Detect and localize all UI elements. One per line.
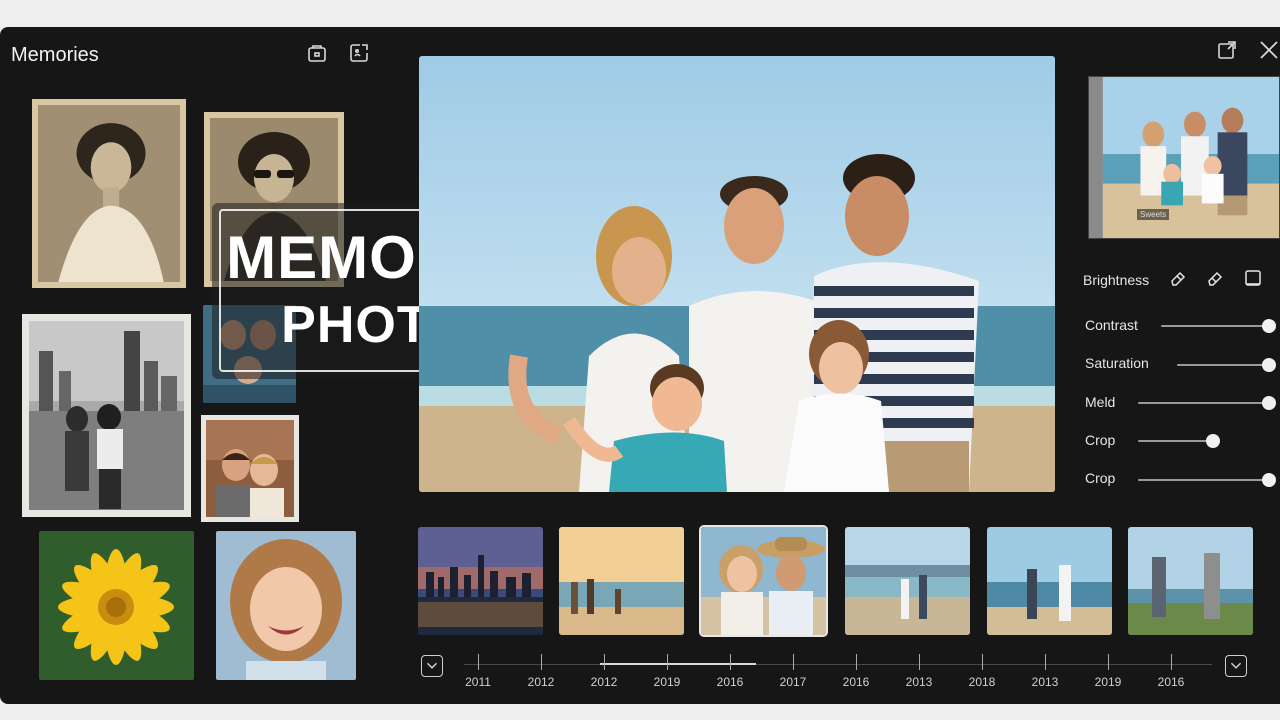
timeline-tick[interactable] <box>856 654 857 670</box>
preview-thumbnail[interactable]: Sweets <box>1088 76 1280 239</box>
eraser-alt-icon[interactable] <box>1205 268 1225 288</box>
vintage-portrait-woman[interactable] <box>32 99 186 288</box>
main-beach-family-photo[interactable] <box>419 56 1055 492</box>
timeline-tick[interactable] <box>1108 654 1109 670</box>
timeline-tick[interactable] <box>1045 654 1046 670</box>
eraser-icon[interactable] <box>1168 268 1188 288</box>
bw-city-friends-photo[interactable] <box>22 314 191 517</box>
timeline-year-label[interactable]: 2019 <box>1088 675 1128 689</box>
app-title: Memories <box>11 44 99 66</box>
image-edit-icon[interactable] <box>348 42 370 64</box>
memories-app-window: Memories MEMORIES PHOTOS Sweets Brightne… <box>0 27 1280 704</box>
saturation-slider-knob[interactable] <box>1262 358 1276 372</box>
timeline-year-label[interactable]: 2012 <box>521 675 561 689</box>
thumbnail-coast-hikers[interactable] <box>845 527 970 635</box>
timeline-year-label[interactable]: 2019 <box>647 675 687 689</box>
preview-tag: Sweets <box>1137 209 1170 220</box>
timeline-expand-button[interactable] <box>1225 655 1247 677</box>
brightness-label: Brightness <box>1083 272 1150 288</box>
timeline-tick[interactable] <box>478 654 479 670</box>
timeline-tick[interactable] <box>730 654 731 670</box>
timeline-track[interactable] <box>464 664 1212 665</box>
yellow-flower-photo[interactable] <box>39 531 194 680</box>
crop-slider-knob-2[interactable] <box>1262 473 1276 487</box>
square-icon[interactable] <box>1243 268 1263 288</box>
crop-label-2: Crop <box>1085 470 1116 486</box>
crop-slider-track[interactable] <box>1138 440 1213 442</box>
crop-slider-knob[interactable] <box>1206 434 1220 448</box>
close-icon[interactable] <box>1258 39 1280 61</box>
meld-slider-knob[interactable] <box>1262 396 1276 410</box>
bag-icon[interactable] <box>306 42 328 64</box>
crop-slider-track-2[interactable] <box>1138 479 1269 481</box>
saturation-label: Saturation <box>1085 355 1149 371</box>
timeline-year-label[interactable]: 2018 <box>962 675 1002 689</box>
saturation-slider-track[interactable] <box>1177 364 1269 366</box>
smiling-girl-photo[interactable] <box>216 531 356 680</box>
crop-label: Crop <box>1085 432 1116 448</box>
open-external-icon[interactable] <box>1216 39 1238 61</box>
timeline-tick[interactable] <box>793 654 794 670</box>
timeline-year-label[interactable]: 2016 <box>710 675 750 689</box>
timeline-tick[interactable] <box>982 654 983 670</box>
thumbnail-couple-portrait[interactable] <box>701 527 826 635</box>
timeline-selection[interactable] <box>600 663 756 665</box>
timeline-tick[interactable] <box>919 654 920 670</box>
timeline-tick[interactable] <box>541 654 542 670</box>
timeline-year-label[interactable]: 2016 <box>836 675 876 689</box>
kids-hug-photo[interactable] <box>201 415 299 522</box>
meld-slider-track[interactable] <box>1138 402 1269 404</box>
timeline-year-label[interactable]: 2016 <box>1151 675 1191 689</box>
timeline-year-label[interactable]: 2017 <box>773 675 813 689</box>
contrast-slider-track[interactable] <box>1161 325 1269 327</box>
timeline-year-label[interactable]: 2013 <box>899 675 939 689</box>
contrast-slider-knob[interactable] <box>1262 319 1276 333</box>
timeline-year-label[interactable]: 2012 <box>584 675 624 689</box>
contrast-label: Contrast <box>1085 317 1138 333</box>
meld-label: Meld <box>1085 394 1116 410</box>
thumbnail-meadow-couple[interactable] <box>1128 527 1253 635</box>
timeline-collapse-button[interactable] <box>421 655 443 677</box>
timeline-tick[interactable] <box>667 654 668 670</box>
thumbnail-beach-couple-walk[interactable] <box>987 527 1112 635</box>
timeline-year-label[interactable]: 2013 <box>1025 675 1065 689</box>
timeline-tick[interactable] <box>604 654 605 670</box>
timeline-tick[interactable] <box>1171 654 1172 670</box>
thumbnail-beach-walk-family[interactable] <box>559 527 684 635</box>
thumbnail-city-night[interactable] <box>418 527 543 635</box>
timeline-year-label[interactable]: 2011 <box>458 675 498 689</box>
